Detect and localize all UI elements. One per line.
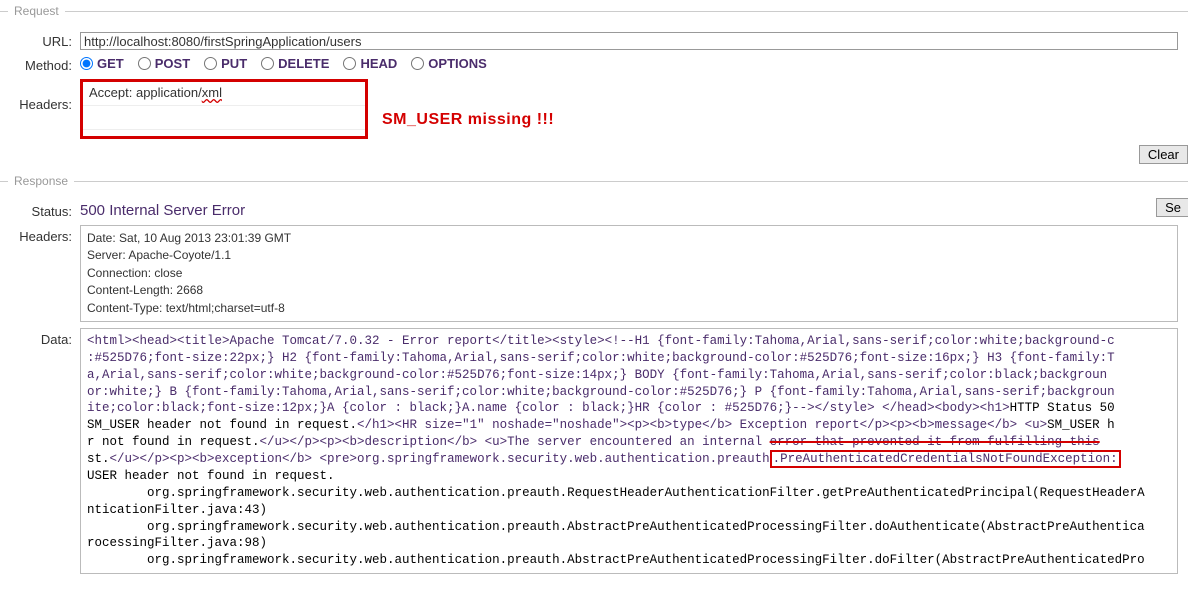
response-headers-label: Headers: <box>0 225 80 244</box>
response-fieldset: Response Status: 500 Internal Server Err… <box>0 174 1188 580</box>
headers-input[interactable]: Accept: application/xml <box>80 79 368 139</box>
resp-header-date: Date: Sat, 10 Aug 2013 23:01:39 GMT <box>87 230 1171 247</box>
status-value: 500 Internal Server Error <box>80 202 245 219</box>
headers-row: Accept: application/xml <box>83 82 365 106</box>
method-options[interactable]: OPTIONS <box>411 56 487 71</box>
annotation-strike: error that prevented it from fulfilling … <box>770 435 1100 449</box>
data-label: Data: <box>0 328 80 347</box>
resp-header-contentlength: Content-Length: 2668 <box>87 282 1171 299</box>
method-delete-radio[interactable] <box>261 57 274 70</box>
request-fieldset: Request URL: Method: GET POST PUT DELETE… <box>0 4 1188 164</box>
method-options-radio[interactable] <box>411 57 424 70</box>
annotation-exception-box: .PreAuthenticatedCredentialsNotFoundExce… <box>770 450 1121 468</box>
method-label: Method: <box>0 56 80 73</box>
headers-label: Headers: <box>0 79 80 112</box>
method-put-radio[interactable] <box>204 57 217 70</box>
resp-header-contenttype: Content-Type: text/html;charset=utf-8 <box>87 300 1171 317</box>
response-legend: Response <box>8 174 74 188</box>
method-put[interactable]: PUT <box>204 56 247 71</box>
method-head[interactable]: HEAD <box>343 56 397 71</box>
method-delete[interactable]: DELETE <box>261 56 329 71</box>
response-headers-box: Date: Sat, 10 Aug 2013 23:01:39 GMT Serv… <box>80 225 1178 322</box>
annotation-missing: SM_USER missing !!! <box>382 111 554 129</box>
method-get-radio[interactable] <box>80 57 93 70</box>
url-label: URL: <box>0 32 80 49</box>
method-get[interactable]: GET <box>80 56 124 71</box>
resp-header-server: Server: Apache-Coyote/1.1 <box>87 247 1171 264</box>
url-input[interactable] <box>80 32 1178 50</box>
resp-header-connection: Connection: close <box>87 265 1171 282</box>
clear-button[interactable]: Clear <box>1139 145 1188 164</box>
headers-row-empty <box>83 106 365 130</box>
method-head-radio[interactable] <box>343 57 356 70</box>
send-button[interactable]: Se <box>1156 198 1188 217</box>
method-post-radio[interactable] <box>138 57 151 70</box>
method-post[interactable]: POST <box>138 56 190 71</box>
request-legend: Request <box>8 4 65 18</box>
status-label: Status: <box>0 202 80 219</box>
data-box[interactable]: <html><head><title>Apache Tomcat/7.0.32 … <box>80 328 1178 574</box>
method-radios: GET POST PUT DELETE HEAD OPTIONS <box>80 56 487 71</box>
